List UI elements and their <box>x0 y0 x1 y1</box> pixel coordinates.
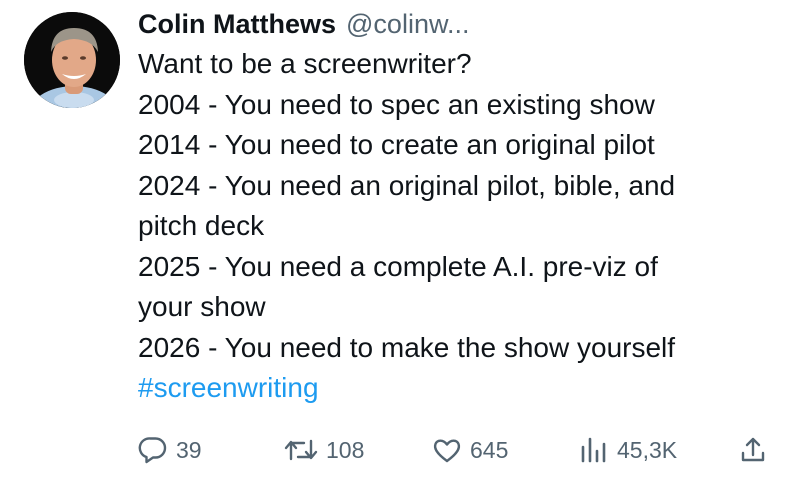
avatar[interactable] <box>24 12 120 108</box>
tweet-text-line: your show <box>138 291 266 322</box>
tweet-text-line: 2024 - You need an original pilot, bible… <box>138 169 676 201</box>
tweet-text-line: 2026 - You need to make the show yoursel… <box>138 331 676 363</box>
tweet-text-line: 2014 - You need to create an original pi… <box>138 129 655 160</box>
retweet-count: 108 <box>326 436 365 463</box>
tweet-content: Colin Matthews @colinw... Want to be a s… <box>138 4 778 409</box>
reply-button[interactable]: 39 <box>138 428 202 472</box>
reply-bubble-icon <box>138 435 168 465</box>
tweet-text-line: pitch deck <box>138 210 265 241</box>
retweet-icon <box>284 435 318 465</box>
avatar-image <box>24 12 120 108</box>
share-upload-icon <box>738 435 768 465</box>
heart-icon <box>432 435 462 465</box>
tweet-text-line: Want to be a screenwriter? <box>138 48 472 79</box>
author-name[interactable]: Colin Matthews <box>138 9 336 40</box>
views-count: 45,3K <box>617 436 678 463</box>
tweet: Colin Matthews @colinw... Want to be a s… <box>0 0 800 493</box>
tweet-actions: 39 108 645 45,3K <box>138 428 778 472</box>
retweet-button[interactable]: 108 <box>284 428 364 472</box>
views-button[interactable]: 45,3K <box>579 428 677 472</box>
bar-chart-icon <box>579 435 609 465</box>
share-button[interactable] <box>738 428 768 472</box>
hashtag-link[interactable]: #screenwriting <box>138 368 778 409</box>
tweet-header: Colin Matthews @colinw... <box>138 4 778 44</box>
like-count: 645 <box>470 436 509 463</box>
tweet-text-line: 2004 - You need to spec an existing show <box>138 88 655 120</box>
like-button[interactable]: 645 <box>432 428 508 472</box>
tweet-text: Want to be a screenwriter? 2004 - You ne… <box>138 44 778 409</box>
reply-count: 39 <box>176 436 202 463</box>
tweet-text-line: 2025 - You need a complete A.I. pre-viz … <box>138 250 658 282</box>
author-handle[interactable]: @colinw... <box>346 9 469 40</box>
